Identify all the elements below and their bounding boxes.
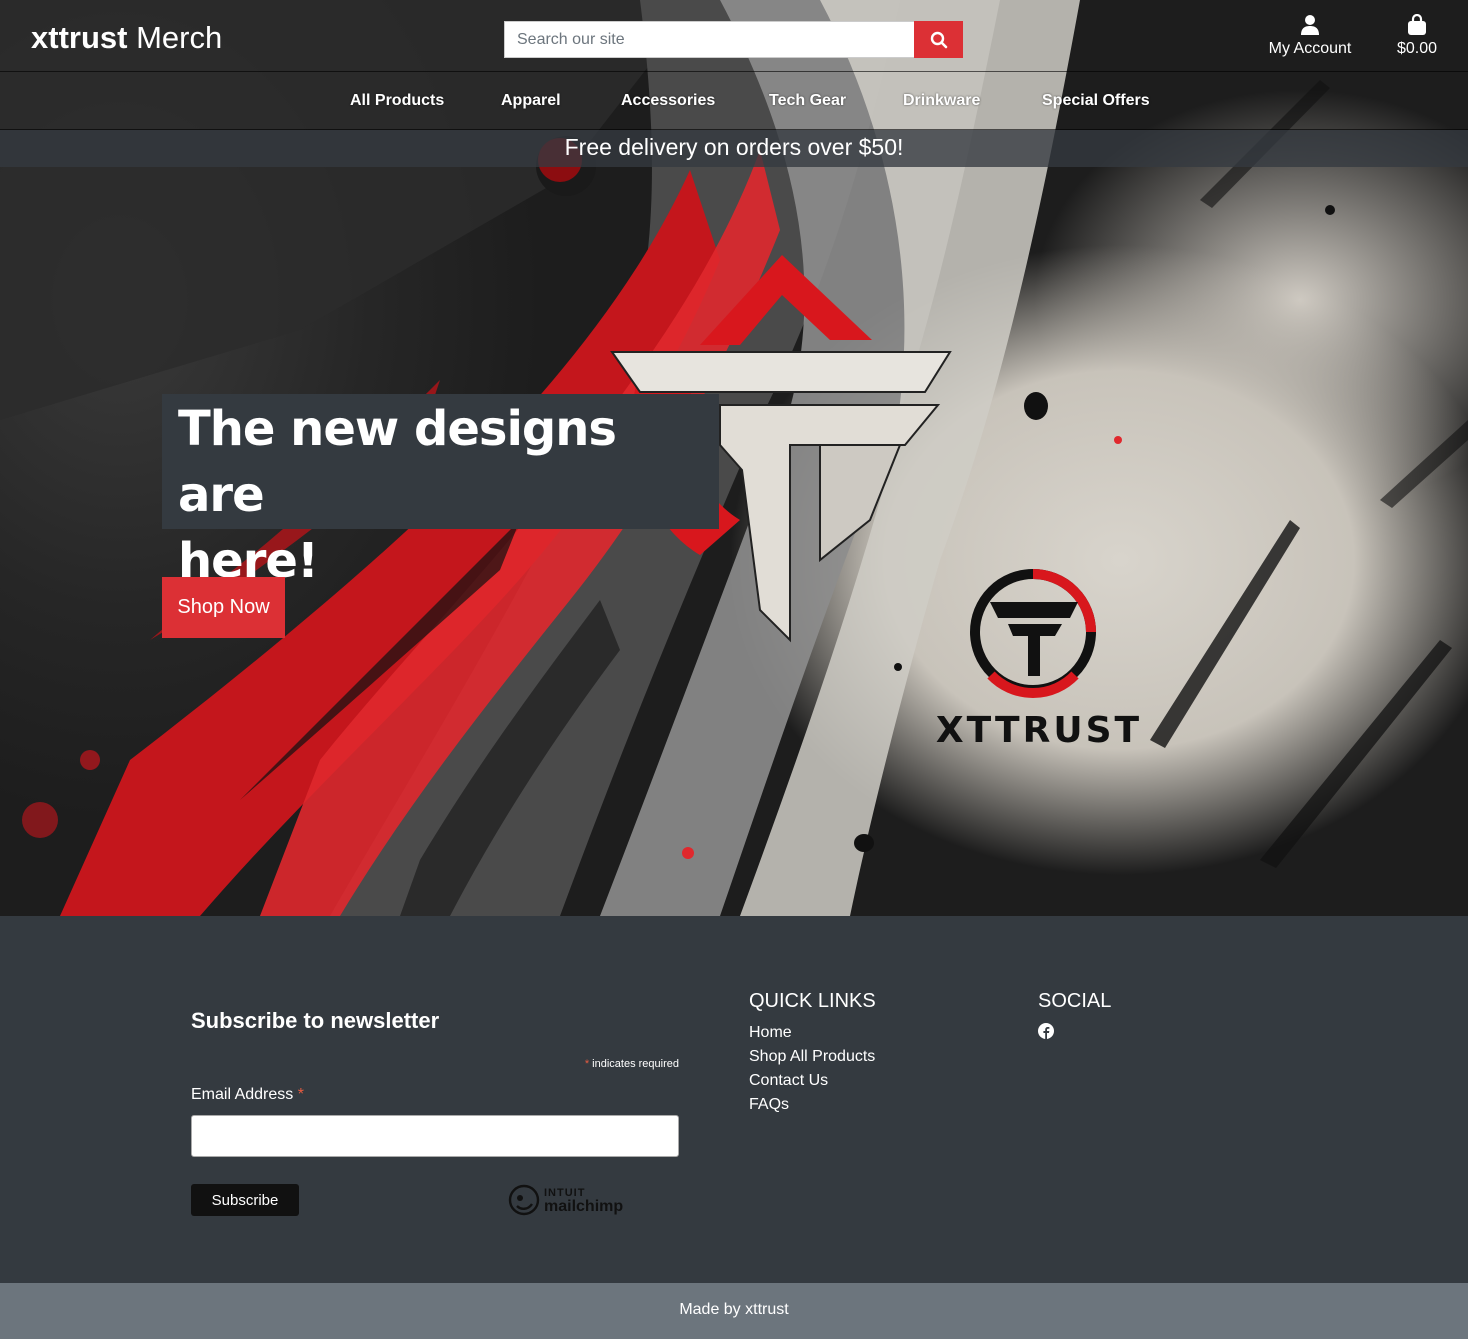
site-footer: Subscribe to newsletter * indicates requ…	[0, 916, 1468, 1283]
brand-name-light: Merch	[136, 20, 223, 55]
brand-logo[interactable]: xttrust Merch	[31, 18, 222, 58]
required-note: * indicates required	[440, 1056, 679, 1072]
nav-special-offers[interactable]: Special Offers	[1042, 90, 1150, 112]
quick-links-list: Home Shop All Products Contact Us FAQs	[749, 1021, 875, 1117]
search-button[interactable]	[914, 21, 963, 58]
nav-tech-gear[interactable]: Tech Gear	[769, 90, 846, 112]
nav-drinkware[interactable]: Drinkware	[903, 90, 980, 112]
logo-wordmark: XTTRUST	[936, 710, 1142, 751]
promo-text: Free delivery on orders over $50!	[564, 134, 904, 160]
footer-bottom-bar: Made by xttrust	[0, 1283, 1468, 1339]
required-note-text: indicates required	[592, 1058, 679, 1070]
user-icon	[1301, 15, 1319, 35]
promo-banner: Free delivery on orders over $50!	[0, 130, 1468, 167]
mailchimp-badge[interactable]: INTUIT mailchimp	[508, 1184, 623, 1216]
nav-all-products[interactable]: All Products	[350, 90, 444, 112]
quick-link-home[interactable]: Home	[749, 1024, 792, 1041]
nav-accessories[interactable]: Accessories	[621, 90, 715, 112]
quick-links-title: QUICK LINKS	[749, 990, 876, 1012]
cart-total: $0.00	[1396, 40, 1438, 57]
quick-link-shop-all[interactable]: Shop All Products	[749, 1048, 875, 1065]
newsletter-title: Subscribe to newsletter	[191, 1008, 440, 1033]
hero-title-line-1: The new designs are	[178, 401, 617, 523]
xttrust-logo	[970, 569, 1096, 698]
cart-link[interactable]: $0.00	[1388, 14, 1446, 60]
main-nav: All Products Apparel Accessories Tech Ge…	[0, 73, 1468, 130]
search-box	[504, 21, 915, 58]
my-account-label: My Account	[1268, 40, 1352, 57]
subscribe-button[interactable]: Subscribe	[191, 1184, 299, 1216]
brand-name-bold: xttrust	[31, 20, 128, 55]
email-label: Email Address *	[191, 1084, 304, 1106]
site-header: xttrust Merch My Account $0.00	[0, 0, 1468, 72]
shop-now-button[interactable]: Shop Now	[162, 577, 285, 638]
email-field[interactable]	[191, 1115, 679, 1157]
my-account-link[interactable]: My Account	[1262, 14, 1358, 60]
mailchimp-badge-line2: mailchimp	[544, 1198, 624, 1215]
search-icon	[930, 31, 947, 48]
mailchimp-icon	[508, 1184, 540, 1216]
facebook-icon[interactable]	[1038, 1023, 1054, 1039]
social-title: SOCIAL	[1038, 990, 1112, 1012]
email-required-star: *	[297, 1086, 304, 1103]
shopping-bag-icon	[1408, 14, 1426, 35]
quick-link-faqs[interactable]: FAQs	[749, 1096, 789, 1113]
nav-apparel[interactable]: Apparel	[501, 90, 561, 112]
email-label-text: Email Address	[191, 1086, 294, 1103]
search-input[interactable]	[505, 22, 914, 57]
required-star: *	[584, 1058, 590, 1070]
hero-title-box: The new designs are here!	[162, 394, 719, 589]
quick-link-contact[interactable]: Contact Us	[749, 1072, 828, 1089]
made-by-text: Made by xttrust	[679, 1301, 789, 1318]
